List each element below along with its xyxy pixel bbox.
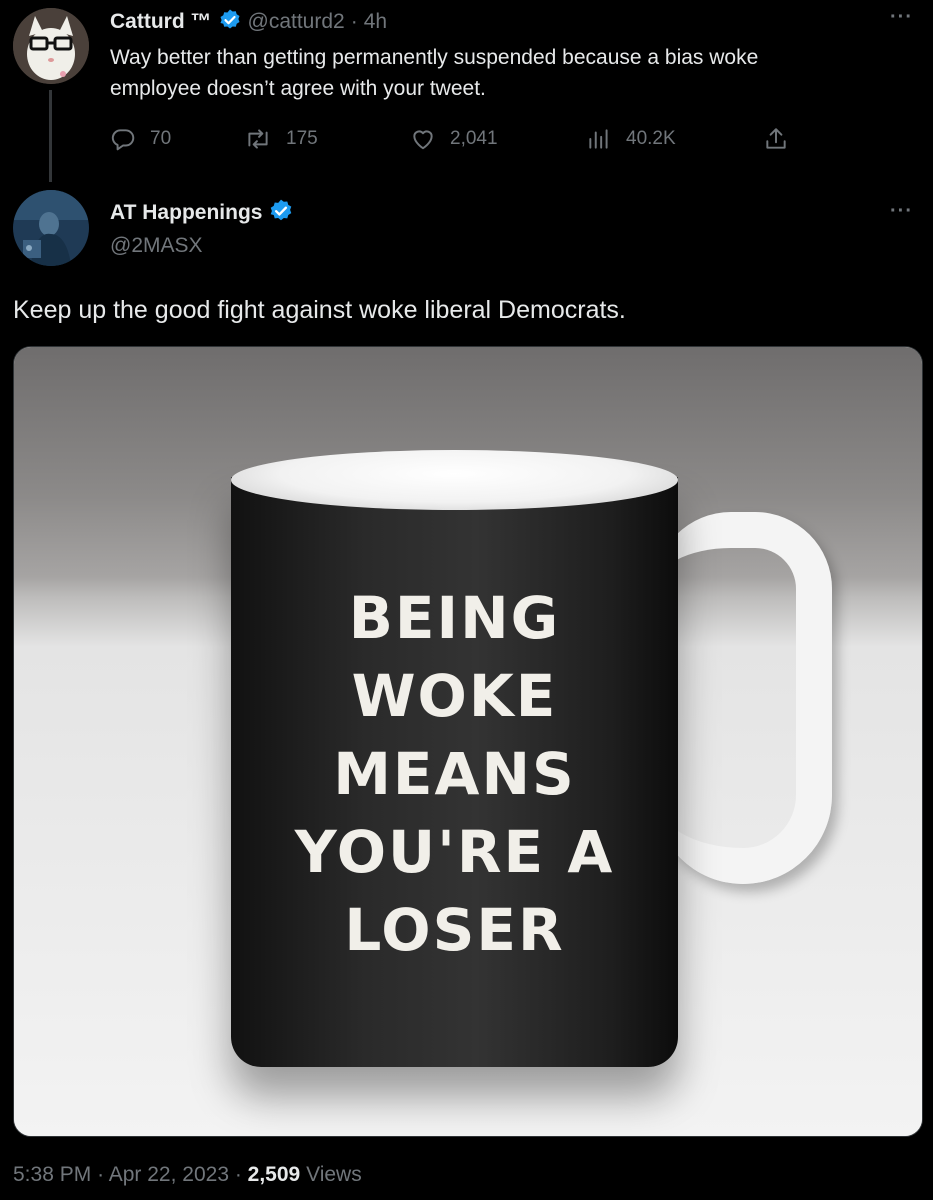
bar-chart-icon	[586, 126, 612, 152]
mug-line-1: BEING	[348, 584, 561, 652]
timestamp-time[interactable]: 5:38 PM	[13, 1163, 91, 1186]
main-tweet-header: AT Happenings	[110, 198, 294, 228]
share-button[interactable]	[763, 126, 789, 152]
reply-icon	[110, 126, 136, 152]
meta-separator: ·	[234, 1163, 248, 1186]
timestamp-date[interactable]: Apr 22, 2023	[109, 1163, 229, 1186]
mug-handle	[654, 512, 832, 884]
verified-badge-icon	[268, 198, 294, 229]
verified-badge-icon	[218, 8, 242, 37]
main-tweet-text: Keep up the good fight against woke libe…	[13, 296, 626, 324]
heart-icon	[410, 126, 436, 152]
main-more-button[interactable]: ···	[890, 200, 913, 223]
meta-separator: ·	[97, 1163, 109, 1186]
separator-dot: ·	[350, 10, 358, 33]
mug-line-2: WOKE	[351, 662, 558, 730]
mug-rim	[231, 450, 678, 510]
views-count: 40.2K	[626, 128, 676, 149]
mug-line-5: LOSER	[344, 896, 565, 964]
retweet-icon	[244, 126, 272, 152]
parent-handle[interactable]: @catturd2	[248, 10, 345, 34]
parent-more-button[interactable]: ···	[890, 6, 913, 29]
like-button[interactable]: 2,041	[410, 126, 498, 152]
mug-line-4: YOU'RE A	[294, 818, 615, 886]
tweet-image[interactable]: BEING WOKE MEANS YOU'RE A LOSER	[13, 346, 923, 1137]
tweet-meta: 5:38 PM · Apr 22, 2023 · 2,509 Views	[13, 1163, 362, 1187]
catturd-avatar[interactable]	[13, 8, 89, 84]
thread-line	[49, 90, 52, 182]
parent-tweet-text: Way better than getting permanently susp…	[110, 42, 920, 104]
cat-avatar-image	[13, 8, 89, 84]
mug-line-3: MEANS	[333, 740, 576, 808]
retweet-button[interactable]: 175	[244, 126, 318, 152]
main-handle[interactable]: @2MASX	[110, 234, 203, 258]
main-display-name[interactable]: AT Happenings	[110, 201, 262, 225]
views-button[interactable]: 40.2K	[586, 126, 676, 152]
parent-display-name[interactable]: Catturd ™	[110, 10, 212, 34]
parent-text-line-2: employee doesn’t agree with your tweet.	[110, 77, 486, 100]
blue-painting-avatar-image	[13, 190, 89, 266]
like-count: 2,041	[450, 128, 498, 149]
share-icon	[763, 126, 789, 152]
parent-time-ago[interactable]: 4h	[364, 10, 387, 34]
at-happenings-avatar[interactable]	[13, 190, 89, 266]
reply-button[interactable]: 70	[110, 126, 171, 152]
parent-text-line-1: Way better than getting permanently susp…	[110, 46, 759, 69]
reply-count: 70	[150, 128, 172, 149]
view-count: 2,509	[247, 1163, 301, 1186]
mug-slogan: BEING WOKE MEANS YOU'RE A LOSER	[231, 579, 678, 969]
retweet-count: 175	[286, 128, 318, 149]
views-label: Views	[306, 1163, 362, 1186]
parent-tweet-header: Catturd ™ @catturd2 · 4h	[110, 8, 387, 36]
